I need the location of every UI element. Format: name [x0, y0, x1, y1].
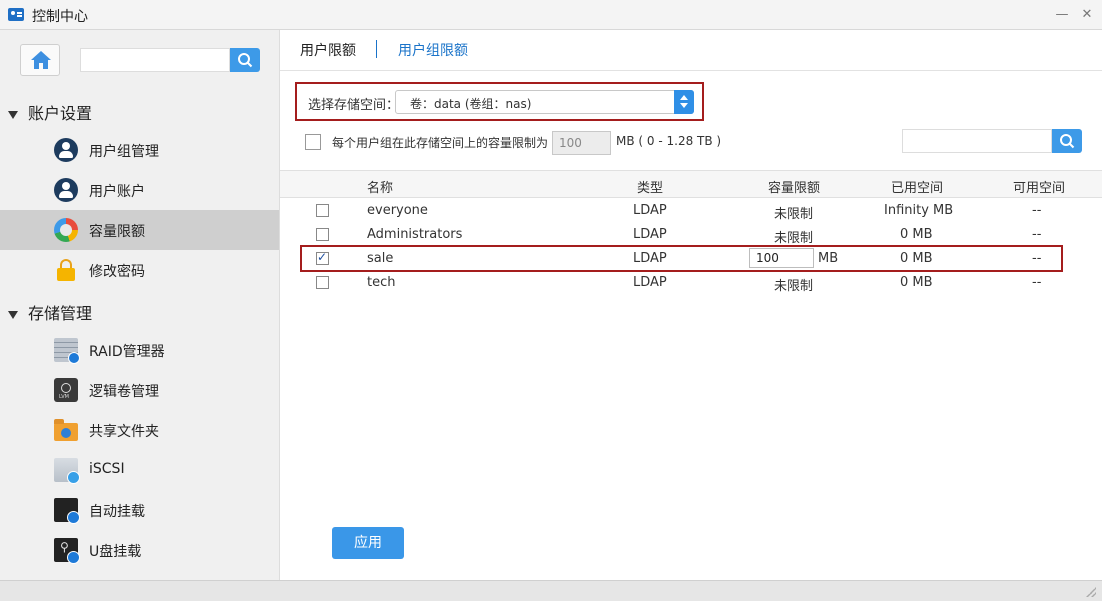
user-icon	[54, 178, 78, 202]
row-checkbox[interactable]	[316, 228, 329, 241]
cell-type: LDAP	[633, 275, 667, 290]
minimize-button[interactable]: —	[1052, 5, 1072, 25]
lvm-icon	[54, 378, 78, 402]
cell-available: --	[1032, 275, 1042, 290]
home-icon	[31, 51, 51, 69]
user-group-icon	[54, 138, 78, 162]
cell-used: Infinity MB	[884, 203, 954, 218]
sidebar-item-shared-folder[interactable]: 共享文件夹	[0, 410, 279, 450]
control-center-icon	[8, 8, 24, 21]
window-title: 控制中心	[32, 9, 88, 25]
collapse-caret-icon	[8, 110, 18, 119]
tab-group-quota[interactable]: 用户组限额	[398, 40, 468, 60]
cell-type: LDAP	[633, 203, 667, 218]
quota-icon	[54, 218, 78, 242]
section-storage-management[interactable]: 存储管理	[8, 300, 92, 324]
table-row[interactable]: everyone LDAP 未限制 Infinity MB --	[280, 199, 1102, 223]
column-header-name[interactable]: 名称	[367, 177, 393, 196]
sidebar-item-raid-manager[interactable]: RAID管理器	[0, 330, 279, 370]
raid-icon	[54, 338, 80, 364]
group-limit-input[interactable]: 100	[552, 131, 611, 155]
cell-quota[interactable]: 未限制	[774, 203, 813, 222]
home-button[interactable]	[20, 44, 60, 76]
lock-icon	[54, 258, 78, 282]
storage-select[interactable]: 卷：data (卷组：nas)	[395, 90, 694, 114]
tab-separator	[376, 40, 377, 58]
storage-select-label: 选择存储空间：	[308, 98, 400, 113]
close-button[interactable]: ✕	[1077, 5, 1097, 25]
select-arrow-icon[interactable]	[674, 90, 694, 114]
cell-quota[interactable]: 未限制	[774, 227, 813, 246]
cell-available: --	[1032, 203, 1042, 218]
group-limit-checkbox[interactable]	[305, 134, 321, 150]
sidebar-item-user-accounts[interactable]: 用户账户	[0, 170, 279, 210]
section-account-settings[interactable]: 账户设置	[8, 100, 92, 124]
cell-name: everyone	[367, 203, 428, 218]
column-header-quota[interactable]: 容量限额	[768, 177, 820, 196]
cell-name: Administrators	[367, 227, 463, 242]
tab-bar: 用户限额 用户组限额	[280, 30, 1102, 71]
iscsi-icon	[54, 458, 80, 484]
search-icon	[238, 53, 253, 68]
table-row[interactable]: Administrators LDAP 未限制 0 MB --	[280, 223, 1102, 247]
auto-mount-icon	[54, 498, 80, 524]
table-search-input[interactable]	[902, 129, 1052, 153]
cell-name: tech	[367, 275, 396, 290]
search-icon	[1060, 134, 1075, 149]
shared-folder-icon	[54, 419, 78, 441]
row-checkbox[interactable]	[316, 204, 329, 217]
cell-available: --	[1032, 227, 1042, 242]
table-search-button[interactable]	[1052, 129, 1082, 153]
table-row[interactable]: tech LDAP 未限制 0 MB --	[280, 271, 1102, 295]
sidebar-search-input[interactable]	[80, 48, 230, 72]
table-header: 名称 类型 容量限额 已用空间 可用空间	[280, 170, 1102, 198]
main-panel: 用户限额 用户组限额 选择存储空间： 卷：data (卷组：nas) 每个用户组…	[280, 30, 1102, 580]
sidebar: 账户设置 用户组管理 用户账户 容量限额 修改密码 存储管理 RAID管理器 逻…	[0, 30, 280, 580]
sidebar-search-button[interactable]	[230, 48, 260, 72]
sidebar-item-change-password[interactable]: 修改密码	[0, 250, 279, 290]
column-header-used[interactable]: 已用空间	[891, 177, 943, 196]
sidebar-item-lvm[interactable]: 逻辑卷管理	[0, 370, 279, 410]
sidebar-item-quota[interactable]: 容量限额	[0, 210, 279, 250]
cell-used: 0 MB	[900, 275, 933, 290]
collapse-caret-icon	[8, 310, 18, 319]
apply-button[interactable]: 应用	[332, 527, 404, 559]
selected-row-highlight	[300, 245, 1063, 272]
sidebar-item-auto-mount[interactable]: 自动挂载	[0, 490, 279, 530]
cell-type: LDAP	[633, 227, 667, 242]
usb-mount-icon	[54, 538, 80, 564]
sidebar-item-iscsi[interactable]: iSCSI	[0, 450, 279, 490]
storage-selected-value: 卷：data (卷组：nas)	[410, 97, 532, 111]
tab-user-quota[interactable]: 用户限额	[300, 40, 356, 60]
cell-used: 0 MB	[900, 227, 933, 242]
column-header-available[interactable]: 可用空间	[1013, 177, 1065, 196]
resize-grip-icon[interactable]	[1086, 587, 1096, 597]
group-limit-unit: MB ( 0 - 1.28 TB )	[616, 134, 722, 148]
column-header-type[interactable]: 类型	[637, 177, 663, 196]
sidebar-item-usb-mount[interactable]: U盘挂载	[0, 530, 279, 570]
group-limit-label: 每个用户组在此存储空间上的容量限制为	[332, 136, 549, 150]
cell-quota[interactable]: 未限制	[774, 275, 813, 294]
title-bar: 控制中心 — ✕	[0, 0, 1102, 30]
status-bar	[0, 580, 1102, 601]
row-checkbox[interactable]	[316, 276, 329, 289]
sidebar-item-group-management[interactable]: 用户组管理	[0, 130, 279, 170]
